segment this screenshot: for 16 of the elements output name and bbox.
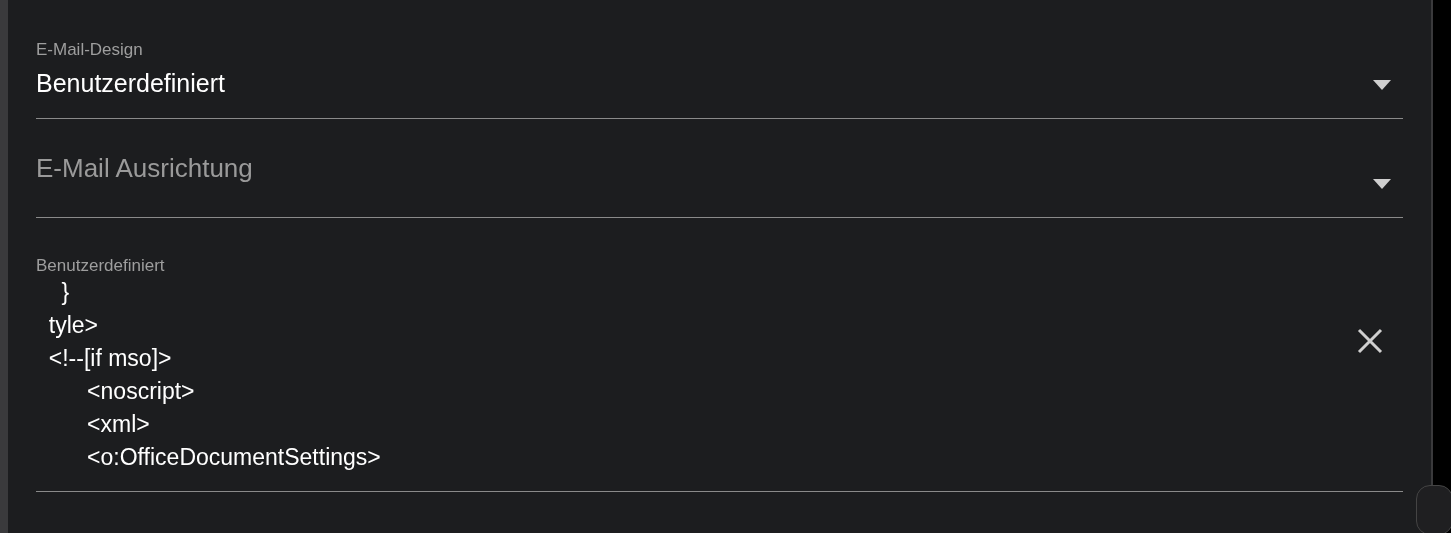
field-value: Benutzerdefiniert [36, 69, 225, 98]
dropdown-arrow-icon[interactable] [1373, 80, 1391, 90]
field-label: E-Mail-Design [36, 40, 143, 60]
field-placeholder: E-Mail Ausrichtung [36, 153, 253, 184]
dropdown-arrow-icon[interactable] [1373, 179, 1391, 189]
field-label: Benutzerdefiniert [36, 256, 165, 276]
select-field[interactable]: E-Mail-Design Benutzerdefiniert [36, 40, 1403, 119]
close-icon[interactable] [1357, 328, 1383, 354]
text-area[interactable]: Benutzerdefiniert } tyle> <!--[if mso]> <noscript> <xml> <o:OfficeDocumentSettings> [36, 218, 1403, 492]
code-line: <o:OfficeDocumentSettings> [86, 443, 381, 472]
code-line: <xml> [86, 410, 151, 439]
code-line: tyle> [47, 311, 99, 340]
code-line: <!--[if mso]> [47, 344, 173, 373]
code-line: } [60, 278, 71, 307]
select-field[interactable]: E-Mail Ausrichtung [36, 119, 1403, 218]
code-line: <noscript> [86, 377, 196, 406]
